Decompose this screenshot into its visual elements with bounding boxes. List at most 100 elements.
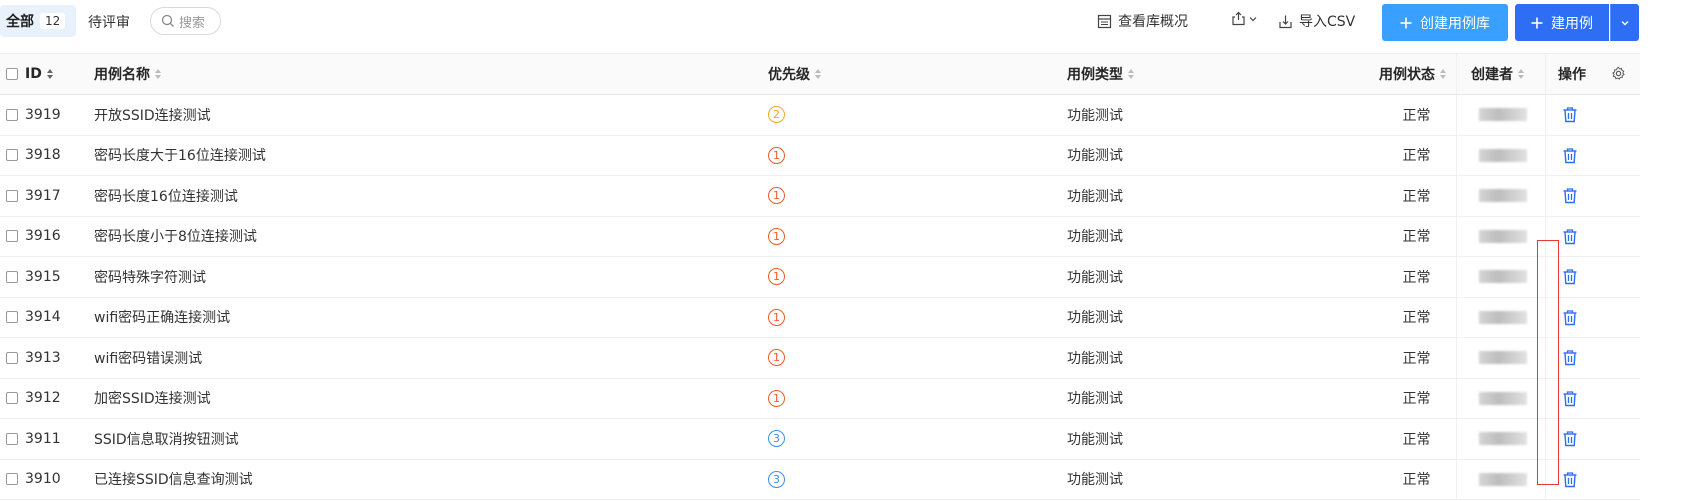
case-status: 正常 [1402,472,1431,489]
table-row[interactable]: 3912 加密SSID连接测试 1 功能测试 正常 [0,378,1640,419]
case-name[interactable]: 开放SSID连接测试 [94,95,211,135]
case-name[interactable]: wifi密码正确连接测试 [94,298,230,338]
row-checkbox[interactable] [6,149,18,162]
priority-badge: 3 [768,430,785,448]
actions-cell [1546,136,1640,176]
header-creator[interactable]: 创建者 [1456,54,1546,94]
case-name[interactable]: 加密SSID连接测试 [94,379,211,419]
case-id: 3917 [25,187,61,204]
creator-cell [1456,378,1546,418]
table-row[interactable]: 3913 wifi密码错误测试 1 功能测试 正常 [0,338,1640,379]
header-name-label: 用例名称 [94,67,150,83]
create-case-dropdown-button[interactable] [1610,4,1639,41]
row-checkbox[interactable] [6,108,18,121]
row-checkbox[interactable] [6,432,18,445]
trash-icon[interactable] [1562,349,1578,366]
trash-icon[interactable] [1562,187,1578,204]
priority-badge: 1 [768,146,785,164]
sort-icon [1440,69,1446,79]
table-row[interactable]: 3917 密码长度16位连接测试 1 功能测试 正常 [0,176,1640,217]
table-row[interactable]: 3910 已连接SSID信息查询测试 3 功能测试 正常 [0,459,1640,500]
row-checkbox[interactable] [6,351,18,364]
create-library-label: 创建用例库 [1420,15,1490,32]
case-status: 正常 [1402,107,1431,124]
table-row[interactable]: 3915 密码特殊字符测试 1 功能测试 正常 [0,257,1640,298]
search-icon [161,14,174,27]
row-checkbox[interactable] [6,311,18,324]
case-name[interactable]: 密码长度小于8位连接测试 [94,217,257,257]
annotation-highlight-box [1537,240,1559,485]
trash-icon[interactable] [1562,390,1578,407]
header-name[interactable]: 用例名称 [94,54,162,94]
creator-avatar-redacted [1479,432,1527,446]
case-id: 3910 [25,471,61,488]
gear-icon[interactable] [1611,66,1626,81]
export-button[interactable] [1231,11,1258,26]
trash-icon[interactable] [1562,228,1578,245]
table-row[interactable]: 3914 wifi密码正确连接测试 1 功能测试 正常 [0,297,1640,338]
table-row[interactable]: 3918 密码长度大于16位连接测试 1 功能测试 正常 [0,135,1640,176]
plus-icon [1531,17,1543,28]
actions-cell [1546,379,1640,419]
case-name[interactable]: 已连接SSID信息查询测试 [94,460,253,500]
case-type: 功能测试 [1067,431,1123,448]
case-id: 3912 [25,390,61,407]
row-checkbox[interactable] [6,392,18,405]
select-all-checkbox[interactable] [6,68,18,80]
header-type[interactable]: 用例类型 [1067,54,1135,94]
tab-review[interactable]: 待评审 [88,12,130,32]
header-priority[interactable]: 优先级 [768,54,822,94]
case-type: 功能测试 [1067,107,1123,124]
table-row[interactable]: 3919 开放SSID连接测试 2 功能测试 正常 [0,95,1640,136]
trash-icon[interactable] [1562,106,1578,123]
header-priority-label: 优先级 [768,67,810,83]
header-id[interactable]: ID [25,54,54,94]
row-checkbox[interactable] [6,230,18,243]
create-case-button[interactable]: 建用例 [1515,4,1609,41]
creator-cell [1456,216,1546,256]
trash-icon[interactable] [1562,309,1578,326]
header-status[interactable]: 用例状态 [1379,54,1459,94]
creator-cell [1456,459,1546,499]
table-row[interactable]: 3916 密码长度小于8位连接测试 1 功能测试 正常 [0,216,1640,257]
case-type: 功能测试 [1067,391,1123,408]
row-checkbox[interactable] [6,270,18,283]
sort-icon [1128,69,1134,79]
creator-avatar-redacted [1479,229,1527,243]
case-name[interactable]: 密码长度大于16位连接测试 [94,136,266,176]
row-checkbox[interactable] [6,473,18,486]
plus-icon [1400,17,1412,28]
case-name[interactable]: 密码长度16位连接测试 [94,176,238,216]
import-csv-button[interactable]: 导入CSV [1278,11,1355,31]
create-library-button[interactable]: 创建用例库 [1382,4,1508,41]
trash-icon[interactable] [1562,471,1578,488]
priority-badge: 1 [768,308,785,326]
trash-icon[interactable] [1562,268,1578,285]
priority-cell: 1 [768,176,785,216]
creator-cell [1456,338,1546,378]
trash-icon[interactable] [1562,430,1578,447]
creator-avatar-redacted [1479,472,1527,486]
case-name[interactable]: SSID信息取消按钮测试 [94,419,239,459]
search-placeholder: 搜索 [179,15,206,31]
case-table: ID 用例名称 优先级 用例类型 用例状态 创建者 操作 3919 开放SSID连… [0,53,1640,500]
trash-icon[interactable] [1562,147,1578,164]
row-checkbox[interactable] [6,189,18,202]
tab-all[interactable]: 全部 12 [0,5,76,37]
case-name[interactable]: 密码特殊字符测试 [94,257,206,297]
priority-cell: 1 [768,257,785,297]
priority-cell: 1 [768,338,785,378]
case-status: 正常 [1402,269,1431,286]
table-icon [1097,14,1112,28]
create-case-label: 建用例 [1551,15,1593,32]
creator-avatar-redacted [1479,189,1527,203]
table-row[interactable]: 3911 SSID信息取消按钮测试 3 功能测试 正常 [0,419,1640,460]
case-name[interactable]: wifi密码错误测试 [94,338,202,378]
download-icon [1279,15,1292,28]
search-input[interactable]: 搜索 [150,7,221,35]
overview-button[interactable]: 查看库概况 [1097,11,1188,31]
priority-badge: 1 [768,389,785,407]
case-status: 正常 [1402,188,1431,205]
creator-cell [1456,176,1546,216]
priority-cell: 3 [768,419,785,459]
